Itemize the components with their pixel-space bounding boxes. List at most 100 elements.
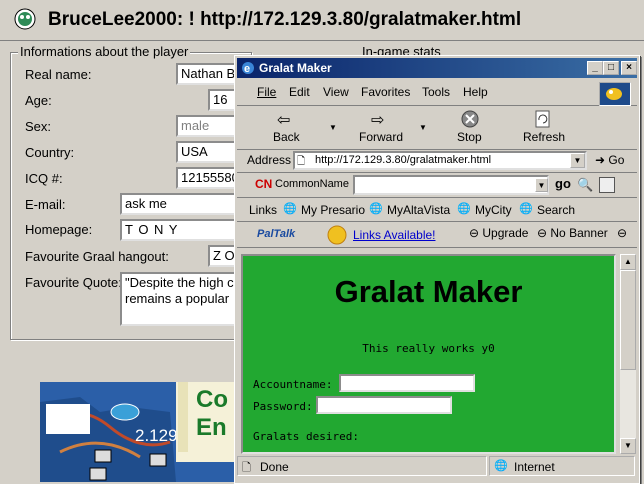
ie-window-title: Gralat Maker [259, 61, 332, 75]
country-label: Country: [25, 145, 75, 160]
address-bar: Address http://172.129.3.80/gralatmaker.… [237, 150, 637, 173]
done-page-icon: 🗋 [242, 462, 251, 474]
quote-label: Favourite Quote: [25, 275, 122, 290]
stop-icon [461, 110, 479, 128]
back-arrow-icon: ⇦ [277, 112, 291, 129]
country-field[interactable]: USA [176, 141, 238, 163]
back-button[interactable]: ⇦ Back [267, 110, 307, 146]
links-available-link[interactable]: Links Available! [353, 228, 436, 242]
menu-file[interactable]: File [257, 85, 276, 99]
menu-edit[interactable]: Edit [289, 85, 310, 99]
internet-globe-icon: 🌐 [494, 460, 508, 472]
back-label: Back [273, 130, 300, 144]
commonname-toolbar: CN CommonName ▼ go 🔍 [237, 173, 637, 198]
refresh-button[interactable]: Refresh [519, 110, 569, 146]
menu-view[interactable]: View [323, 85, 349, 99]
menu-favorites[interactable]: Favorites [361, 85, 410, 99]
icq-field[interactable]: 12155580 [176, 167, 238, 189]
links-bar: Links 🌐 My Presario 🌐 MyAltaVista 🌐 MyCi… [237, 199, 637, 222]
link-icon: 🌐 [519, 203, 533, 215]
quote-field[interactable]: "Despite the high c remains a popular [120, 272, 238, 326]
player-info-group-title: Informations about the player [18, 44, 191, 59]
cn-logo: CN [255, 177, 273, 191]
cn-options-icon[interactable] [599, 177, 615, 193]
forward-label: Forward [359, 130, 404, 144]
page-icon: 🗋 [297, 156, 306, 167]
address-input[interactable]: http://172.129.3.80/gralatmaker.html [293, 151, 587, 170]
scroll-down-icon[interactable]: ▼ [620, 438, 636, 454]
page-heading: Gralat Maker [334, 274, 523, 309]
page-subtitle: This really works y0 [362, 342, 495, 355]
page-content: Gralat Maker This really works y0 Accoun… [241, 254, 616, 454]
hangout-label: Favourite Graal hangout: [25, 249, 169, 264]
menu-bar: File Edit View Favorites Tools Help [237, 81, 637, 106]
commonname-dropdown-icon[interactable]: ▼ [535, 178, 548, 192]
player-window-title: BruceLee2000: ! http://172.129.3.80/gral… [48, 9, 522, 30]
password-label: Password: [253, 400, 313, 413]
link-search[interactable]: Search [537, 203, 575, 217]
paltalk-logo: PalTalk [257, 228, 296, 240]
minimize-button[interactable]: _ [587, 61, 603, 75]
link-my-presario[interactable]: My Presario [301, 203, 365, 217]
back-dropdown-icon[interactable]: ▼ [329, 123, 337, 132]
sun-icon [327, 225, 347, 245]
ie-title-bar[interactable]: e Gralat Maker _ □ × [237, 58, 637, 78]
menu-help[interactable]: Help [463, 85, 488, 99]
commonname-label: CommonName [275, 178, 349, 190]
status-zone: 🌐 Internet [489, 456, 635, 476]
sex-label: Sex: [25, 119, 52, 134]
address-dropdown-icon[interactable]: ▼ [570, 153, 585, 168]
no-banner-button[interactable]: ⊖ No Banner [537, 226, 608, 240]
upgrade-button[interactable]: ⊖ Upgrade [469, 226, 528, 240]
commonname-input[interactable] [353, 175, 549, 195]
account-label: Accountname: [253, 378, 333, 391]
standard-toolbar: ⇦ Back ▼ ⇨ Forward ▼ Stop Refresh [237, 107, 637, 150]
age-label: Age: [25, 93, 52, 108]
ad-strip [178, 382, 188, 452]
status-text: Done [260, 460, 289, 474]
stop-label: Stop [457, 130, 482, 144]
link-myaltavista[interactable]: MyAltaVista [387, 203, 450, 217]
email-label: E-mail: [25, 197, 66, 212]
link-icon: 🌐 [457, 203, 471, 215]
ie-logo-icon: e [242, 62, 254, 75]
real-name-label: Real name: [25, 67, 92, 82]
forward-dropdown-icon[interactable]: ▼ [419, 123, 427, 132]
links-label: Links [249, 203, 278, 217]
email-field[interactable]: ask me [120, 193, 238, 215]
address-label: Address [247, 153, 292, 167]
cn-search-icon[interactable]: 🔍 [577, 177, 593, 193]
scroll-thumb[interactable] [620, 270, 636, 370]
ie-window: e Gralat Maker _ □ × File Edit View Favo… [234, 55, 640, 484]
forward-button[interactable]: ⇨ Forward [355, 110, 405, 146]
menu-tools[interactable]: Tools [422, 85, 450, 99]
ad-banner: Co En [176, 382, 236, 462]
go-button[interactable]: ➜ Go [595, 153, 624, 167]
go-label: Go [608, 153, 625, 167]
paltalk-more-icon[interactable]: ⊖ [617, 226, 627, 240]
maximize-button[interactable]: □ [603, 61, 619, 75]
graal-icon [14, 8, 36, 30]
account-input[interactable] [339, 374, 475, 392]
ad-text: Co En [196, 386, 228, 441]
sex-field[interactable]: male [176, 115, 238, 137]
close-button[interactable]: × [621, 61, 637, 75]
link-icon: 🌐 [369, 203, 383, 215]
svg-text:e: e [244, 63, 250, 75]
refresh-label: Refresh [523, 130, 566, 144]
stop-button[interactable]: Stop [451, 110, 491, 146]
link-mycity[interactable]: MyCity [475, 203, 512, 217]
zone-text: Internet [514, 460, 555, 474]
windows-logo-icon [599, 82, 631, 106]
homepage-field[interactable]: T O N Y [120, 219, 238, 241]
scroll-up-icon[interactable]: ▲ [620, 254, 636, 270]
status-main: 🗋 Done [237, 456, 487, 476]
password-input[interactable] [316, 396, 452, 414]
map-ip-text: 2.129 [135, 426, 178, 445]
icq-label: ICQ #: [25, 171, 63, 186]
vertical-scrollbar[interactable]: ▲ ▼ [619, 254, 636, 454]
real-name-field[interactable]: Nathan B [176, 63, 238, 85]
cn-go-button[interactable]: go [555, 176, 571, 191]
forward-arrow-icon: ⇨ [371, 112, 385, 129]
upgrade-label: Upgrade [482, 226, 529, 240]
